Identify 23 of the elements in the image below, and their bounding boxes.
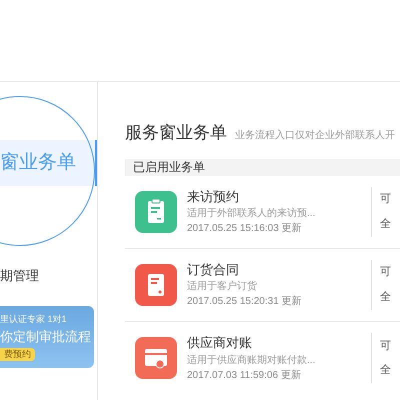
form-description: 适用于外部联系人的来访预... xyxy=(187,206,316,222)
form-name[interactable]: 订货合同 xyxy=(187,260,371,280)
column-2-text: 可 xyxy=(380,265,391,280)
column-2-text: 全 xyxy=(380,363,391,378)
column-2-text: 可 xyxy=(380,192,391,207)
form-updated-time: 2017.07.03 11:59:06 更新 xyxy=(187,368,302,383)
form-name[interactable]: 供应商对账 xyxy=(187,333,371,353)
promo-banner[interactable]: 里认证专家 1对1 你定制审批流程 费预约 xyxy=(0,306,94,368)
column-2-text: 全 xyxy=(380,290,391,304)
page-title: 服务窗业务单 xyxy=(125,122,227,144)
sidebar-item[interactable]: 期管理 xyxy=(0,256,97,296)
form-description: 适用于供应商账期对账付款... xyxy=(187,354,316,368)
form-updated-time: 2017.05.25 15:16:03 更新 xyxy=(187,222,303,236)
form-description: 适用于客户订货 xyxy=(187,280,258,294)
banner-text: 里认证专家 1对1 xyxy=(0,312,68,326)
banner-heading: 你定制审批流程 xyxy=(0,328,92,346)
booking-button[interactable]: 费预约 xyxy=(0,348,35,362)
section-header: 已启用业务单 xyxy=(125,158,400,176)
page-subtitle: 业务流程入口仅对企业外部联系人开 xyxy=(235,128,395,143)
column-2-text: 全 xyxy=(380,216,391,232)
form-updated-time: 2017.05.25 15:20:31 更新 xyxy=(187,294,303,310)
column-2-text: 可 xyxy=(380,338,391,354)
form-name[interactable]: 来访预约 xyxy=(187,186,371,206)
